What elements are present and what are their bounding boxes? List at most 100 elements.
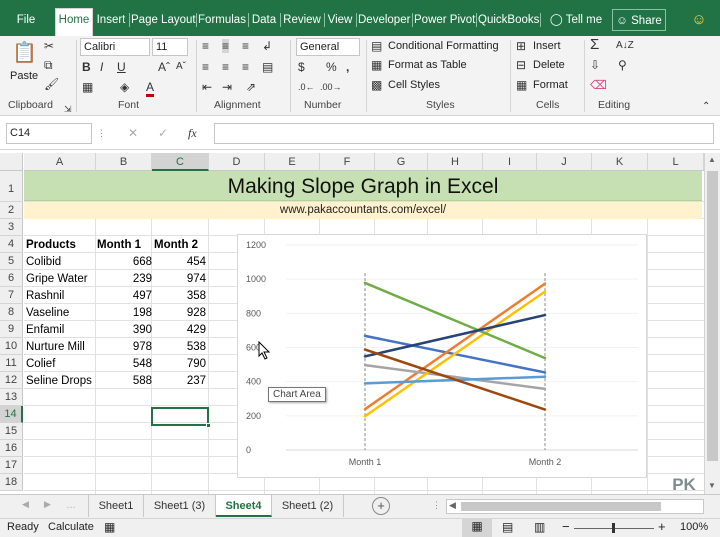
row-header-15[interactable]: 15 [0,423,23,440]
zoom-in-icon[interactable]: + [658,519,666,534]
month2-value[interactable]: 538 [154,339,206,356]
page-layout-view-icon[interactable]: ▤ [502,520,513,534]
product-name[interactable]: Rashnil [26,288,64,305]
zoom-slider-thumb[interactable] [612,523,615,533]
row-header-1[interactable]: 1 [0,171,23,202]
status-calculate[interactable]: Calculate [48,521,94,533]
series-line-8[interactable] [363,348,547,411]
tab-data[interactable]: Data [250,9,278,31]
column-header-k[interactable]: K [592,153,648,171]
insert-cells-icon[interactable]: ⊞ [516,39,526,53]
underline-icon[interactable]: U [117,60,126,74]
increase-decimal-icon[interactable]: .0← [298,80,315,94]
product-name[interactable]: Seline Drops [26,373,92,390]
sheet-tab-sheet1-3[interactable]: Sheet1 (3) [144,495,216,517]
delete-cells-icon[interactable]: ⊟ [516,58,526,72]
sort-filter-icon[interactable]: A↓Z [616,39,634,53]
column-header-j[interactable]: J [537,153,592,171]
tab-review[interactable]: Review [282,9,322,31]
row-header-18[interactable]: 18 [0,474,23,491]
row-header-6[interactable]: 6 [0,270,23,287]
grow-font-icon[interactable]: Aˆ [158,60,170,74]
align-middle-icon[interactable]: ≡ [222,39,230,53]
shrink-font-icon[interactable]: Aˇ [176,60,186,74]
select-all-corner[interactable] [0,153,23,171]
align-left-icon[interactable]: ≡ [202,60,209,74]
month2-value[interactable]: 454 [154,254,206,271]
percent-icon[interactable]: % [326,60,337,74]
row-header-9[interactable]: 9 [0,321,23,338]
column-header-c[interactable]: C [152,153,209,171]
vertical-scroll-thumb[interactable] [707,171,718,461]
column-header-l[interactable]: L [648,153,704,171]
enter-icon[interactable]: ✓ [158,126,168,140]
product-name[interactable]: Nurture Mill [26,339,85,356]
zoom-out-icon[interactable]: − [562,519,570,534]
tab-quickbooks[interactable]: QuickBooks [478,9,539,31]
month1-value[interactable]: 390 [97,322,152,339]
scroll-down-icon[interactable]: ▼ [708,481,716,490]
italic-icon[interactable]: I [100,60,103,74]
comma-style-icon[interactable]: , [346,60,349,74]
orientation-icon[interactable]: ⇗ [246,80,256,94]
month2-value[interactable]: 928 [154,305,206,322]
tab-file[interactable]: File [8,9,44,31]
conditional-formatting-icon[interactable]: ▤ [371,39,382,53]
merge-center-icon[interactable]: ▤ [262,60,273,74]
sheet-tab-sheet1[interactable]: Sheet1 [88,495,144,517]
increase-indent-icon[interactable]: ⇥ [222,80,232,94]
month1-value[interactable]: 497 [97,288,152,305]
insert-button[interactable]: Insert [533,40,561,52]
row-header-10[interactable]: 10 [0,338,23,355]
horizontal-scroll-thumb[interactable] [461,502,661,511]
column-header-i[interactable]: I [483,153,537,171]
vertical-scrollbar[interactable]: ▲ ▼ [704,153,720,494]
tell-me-search[interactable]: ◯ Tell me [546,9,606,31]
find-select-icon[interactable]: ⚲ [618,58,627,72]
dialog-launcher-icon[interactable]: ⇲ [64,102,72,116]
bold-icon[interactable]: B [82,60,91,74]
prev-sheet-icon[interactable]: ◀ [22,499,29,510]
column-header-h[interactable]: H [428,153,483,171]
month2-value[interactable]: 790 [154,356,206,373]
cancel-icon[interactable]: ✕ [128,126,138,140]
chart-area[interactable]: 0 200 400 600 800 1000 1200 Month 1 Month 2 Char… [237,234,647,478]
paste-button[interactable]: Paste [10,70,38,82]
clear-icon[interactable]: ⌫ [590,78,607,92]
cut-icon[interactable]: ✂ [44,39,54,53]
column-header-e[interactable]: E [265,153,320,171]
product-name[interactable]: Colief [26,356,55,373]
column-header-b[interactable]: B [96,153,152,171]
paste-icon[interactable]: 📋 [12,38,37,68]
decrease-indent-icon[interactable]: ⇤ [202,80,212,94]
series-line-4[interactable] [363,290,547,418]
row-header-4[interactable]: 4 [0,236,23,253]
row-header-11[interactable]: 11 [0,355,23,372]
fill-handle[interactable] [206,423,211,428]
font-size-select[interactable]: 11 [152,38,188,56]
borders-icon[interactable]: ▦ [82,80,93,94]
selected-cell-c14[interactable] [151,407,209,426]
sheet-tab-sheet4[interactable]: Sheet4 [216,495,272,517]
row-header-3[interactable]: 3 [0,219,23,236]
autosum-icon[interactable]: Σ [590,37,599,52]
row-header-17[interactable]: 17 [0,457,23,474]
product-name[interactable]: Colibid [26,254,61,271]
collapse-ribbon-icon[interactable]: ⌃ [702,100,710,114]
smiley-icon[interactable]: ☺ [688,9,710,31]
month2-value[interactable]: 358 [154,288,206,305]
wrap-text-icon[interactable]: ↲ [262,39,272,53]
month1-value[interactable]: 198 [97,305,152,322]
copy-icon[interactable]: ⧉ [44,58,53,72]
tab-insert[interactable]: Insert [94,9,128,31]
decrease-decimal-icon[interactable]: .00→ [320,80,342,94]
column-header-g[interactable]: G [375,153,428,171]
formula-input[interactable] [214,123,714,144]
tab-page-layout[interactable]: Page Layout [131,9,196,31]
horizontal-scrollbar[interactable]: ◀ [446,499,704,514]
scroll-left-icon[interactable]: ◀ [449,500,456,511]
format-as-table-button[interactable]: Format as Table [388,59,467,71]
row-header-8[interactable]: 8 [0,304,23,321]
format-painter-icon[interactable]: 🖌 [44,77,59,91]
format-button[interactable]: Format [533,79,568,91]
